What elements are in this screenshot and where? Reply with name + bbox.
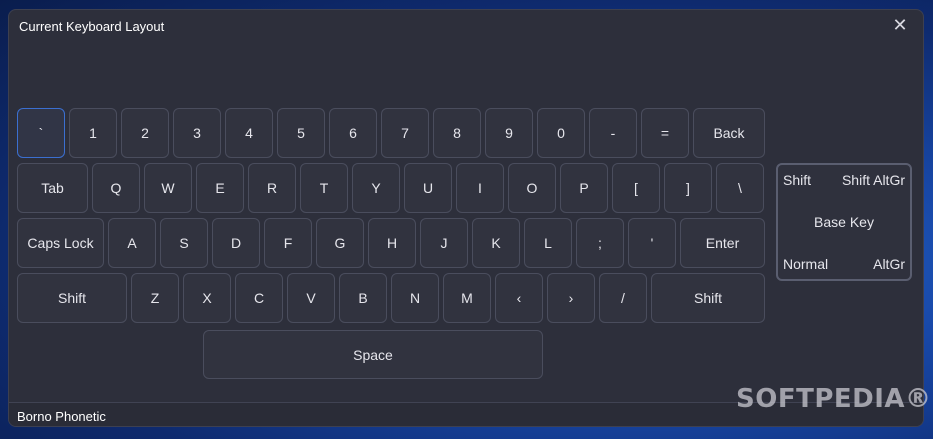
key-tab[interactable]: Tab [17,163,88,213]
key-e[interactable]: E [196,163,244,213]
key-4[interactable]: 4 [225,108,273,158]
key-quote[interactable]: ' [628,218,676,268]
key-w[interactable]: W [144,163,192,213]
key-g[interactable]: G [316,218,364,268]
key-legend: Shift Shift AltGr Base Key Normal AltGr [776,163,912,281]
key-lt[interactable]: ‹ [495,273,543,323]
key-x[interactable]: X [183,273,231,323]
key-space[interactable]: Space [203,330,543,379]
key-n[interactable]: N [391,273,439,323]
key-t[interactable]: T [300,163,348,213]
key-backslash[interactable]: \ [716,163,764,213]
key-back[interactable]: Back [693,108,765,158]
key-slash[interactable]: / [599,273,647,323]
key-q[interactable]: Q [92,163,140,213]
key-r[interactable]: R [248,163,296,213]
key-u[interactable]: U [404,163,452,213]
window-title: Current Keyboard Layout [19,19,165,34]
key-7[interactable]: 7 [381,108,429,158]
key-9[interactable]: 9 [485,108,533,158]
key-m[interactable]: M [443,273,491,323]
key-k[interactable]: K [472,218,520,268]
layout-name: Borno Phonetic [17,409,106,424]
softpedia-watermark: SOFTPEDIA® [736,384,932,414]
key-gt[interactable]: › [547,273,595,323]
key-3[interactable]: 3 [173,108,221,158]
key-y[interactable]: Y [352,163,400,213]
key-shift-right[interactable]: Shift [651,273,765,323]
key-rbracket[interactable]: ] [664,163,712,213]
key-i[interactable]: I [456,163,504,213]
key-o[interactable]: O [508,163,556,213]
legend-shift-altgr: Shift AltGr [841,172,905,188]
key-shift-left[interactable]: Shift [17,273,127,323]
key-lbracket[interactable]: [ [612,163,660,213]
key-h[interactable]: H [368,218,416,268]
key-semicolon[interactable]: ; [576,218,624,268]
close-icon[interactable]: ✕ [891,16,909,34]
key-f[interactable]: F [264,218,312,268]
key-j[interactable]: J [420,218,468,268]
key-d[interactable]: D [212,218,260,268]
key-0[interactable]: 0 [537,108,585,158]
key-s[interactable]: S [160,218,208,268]
legend-shift: Shift [783,172,812,188]
key-l[interactable]: L [524,218,572,268]
key-backtick[interactable]: ` [17,108,65,158]
key-b[interactable]: B [339,273,387,323]
key-minus[interactable]: - [589,108,637,158]
key-p[interactable]: P [560,163,608,213]
key-c[interactable]: C [235,273,283,323]
key-z[interactable]: Z [131,273,179,323]
legend-normal: Normal [783,256,829,272]
key-1[interactable]: 1 [69,108,117,158]
legend-altgr: AltGr [873,256,905,272]
key-a[interactable]: A [108,218,156,268]
key-v[interactable]: V [287,273,335,323]
key-caps-lock[interactable]: Caps Lock [17,218,104,268]
key-equals[interactable]: = [641,108,689,158]
key-5[interactable]: 5 [277,108,325,158]
key-8[interactable]: 8 [433,108,481,158]
key-2[interactable]: 2 [121,108,169,158]
legend-base-key: Base Key [814,214,874,230]
key-6[interactable]: 6 [329,108,377,158]
key-enter[interactable]: Enter [680,218,765,268]
keyboard-layout-window: Current Keyboard Layout ✕ ` 1 2 3 4 5 6 7 8 9 0- = B… [8,9,924,427]
